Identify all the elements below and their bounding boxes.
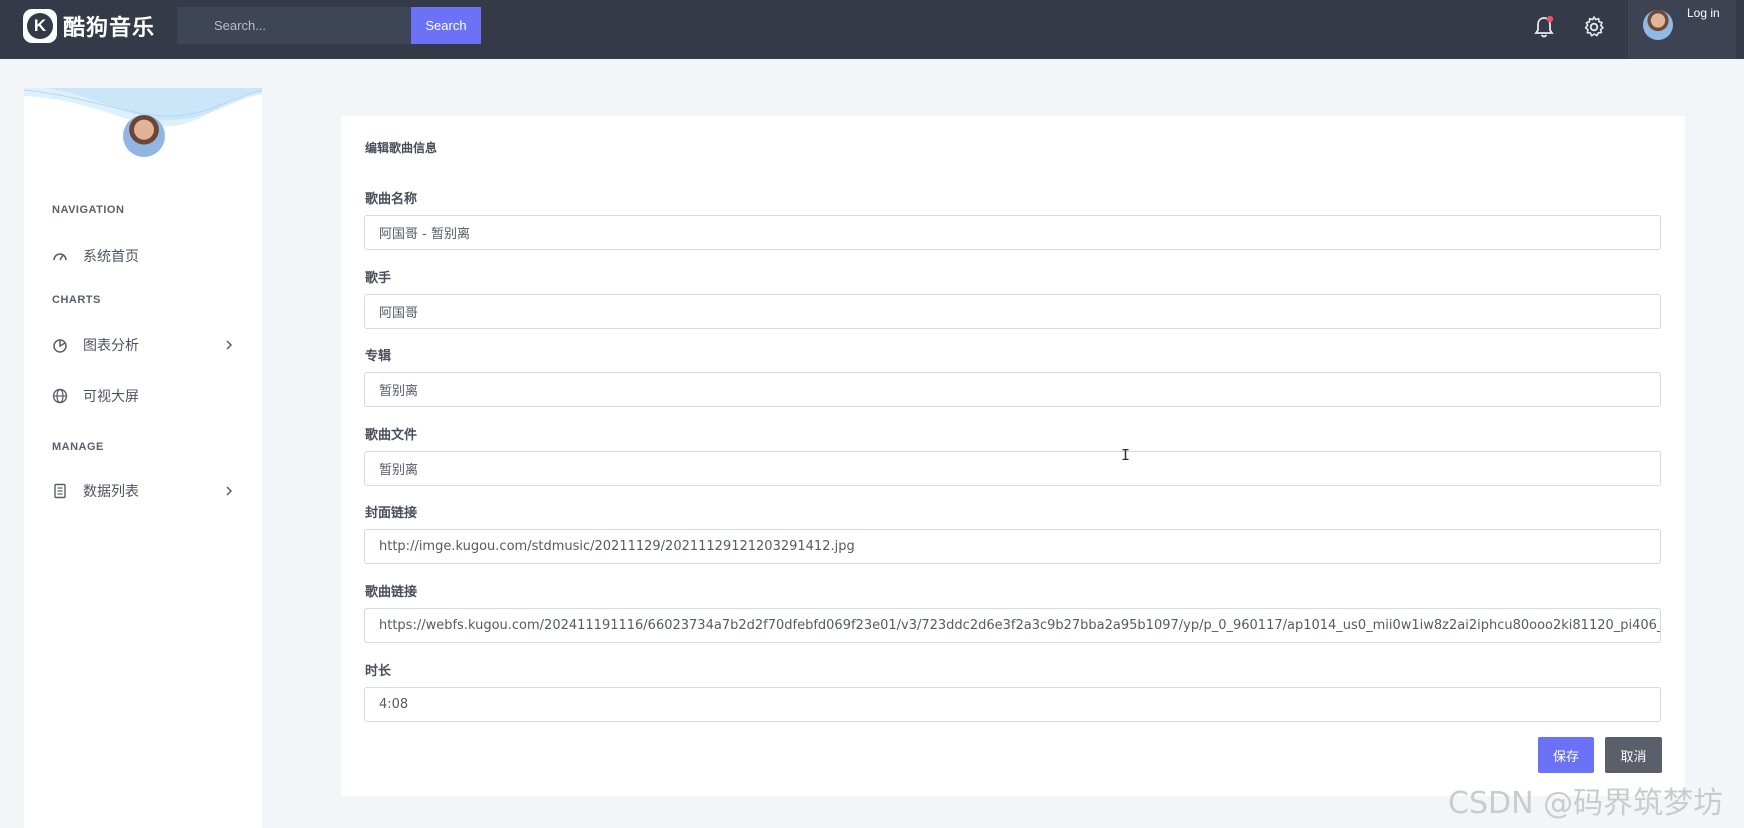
search-bar: Search	[177, 7, 481, 44]
text-cursor-icon: I	[1121, 446, 1131, 464]
globe-icon	[52, 388, 68, 404]
settings-gear-icon[interactable]	[1579, 12, 1609, 42]
login-link[interactable]: Log in	[1687, 6, 1720, 20]
page-title: 编辑歌曲信息	[365, 141, 438, 155]
sidebar-item-home[interactable]: 系统首页	[52, 243, 242, 269]
sidebar-item-label: 系统首页	[83, 249, 139, 265]
duration-input[interactable]	[364, 687, 1661, 722]
save-button[interactable]: 保存	[1538, 737, 1594, 773]
artist-label: 歌手	[365, 271, 392, 286]
search-button[interactable]: Search	[411, 7, 481, 44]
song-name-input[interactable]	[364, 215, 1661, 250]
cover-url-label: 封面链接	[365, 506, 418, 521]
song-file-input[interactable]	[364, 451, 1661, 486]
section-charts: CHARTS	[52, 294, 101, 306]
sidebar-item-label: 数据列表	[83, 484, 139, 500]
speedometer-icon	[52, 248, 68, 264]
sidebar-user-avatar[interactable]	[123, 115, 165, 157]
brand-logo[interactable]: K 酷狗音乐	[23, 9, 155, 43]
album-label: 专辑	[365, 349, 392, 364]
brand-name: 酷狗音乐	[63, 16, 156, 41]
song-name-label: 歌曲名称	[365, 192, 418, 207]
search-input[interactable]	[177, 7, 411, 44]
sidebar-item-datalist[interactable]: 数据列表	[52, 478, 242, 504]
edit-song-card: 编辑歌曲信息 歌曲名称 歌手 专辑 歌曲文件 封面链接 歌曲链接 时长 保存 取…	[341, 116, 1685, 796]
user-avatar[interactable]	[1643, 10, 1673, 40]
sidebar: NAVIGATION 系统首页 CHARTS 图表分析 可视大屏 MANAGE …	[24, 88, 262, 828]
chart-pie-icon	[52, 337, 68, 353]
top-navbar: K 酷狗音乐 Search Log in	[0, 0, 1744, 59]
chevron-right-icon	[224, 337, 234, 356]
notification-bell-icon[interactable]	[1529, 12, 1559, 42]
cover-url-input[interactable]	[364, 529, 1661, 564]
section-manage: MANAGE	[52, 441, 104, 453]
user-menu[interactable]: Log in	[1628, 0, 1736, 59]
sidebar-item-label: 可视大屏	[83, 389, 139, 405]
section-navigation: NAVIGATION	[52, 204, 125, 216]
song-url-label: 歌曲链接	[365, 585, 418, 600]
watermark: CSDN @码界筑梦坊	[1448, 786, 1724, 821]
sidebar-item-label: 图表分析	[83, 338, 139, 354]
sidebar-item-charts[interactable]: 图表分析	[52, 332, 242, 358]
cancel-button[interactable]: 取消	[1605, 737, 1662, 773]
artist-input[interactable]	[364, 294, 1661, 329]
album-input[interactable]	[364, 372, 1661, 407]
logo-letter: K	[27, 13, 53, 39]
song-url-input[interactable]	[364, 608, 1661, 643]
sidebar-item-bigscreen[interactable]: 可视大屏	[52, 383, 242, 409]
kugou-logo-icon: K	[23, 9, 57, 43]
song-file-label: 歌曲文件	[365, 428, 418, 443]
chevron-right-icon	[224, 483, 234, 502]
duration-label: 时长	[365, 664, 392, 679]
document-icon	[52, 483, 68, 499]
